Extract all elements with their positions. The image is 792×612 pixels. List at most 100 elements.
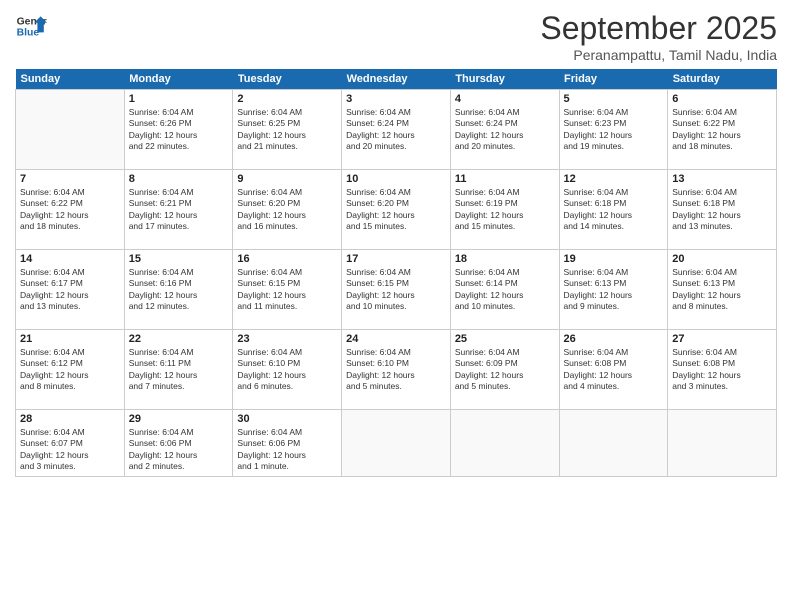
day-info: Sunrise: 6:04 AMSunset: 6:24 PMDaylight:… [455, 107, 555, 153]
table-row: 19 Sunrise: 6:04 AMSunset: 6:13 PMDaylig… [559, 250, 668, 330]
day-info: Sunrise: 6:04 AMSunset: 6:22 PMDaylight:… [672, 107, 772, 153]
day-number: 11 [455, 173, 555, 185]
table-row: 4 Sunrise: 6:04 AMSunset: 6:24 PMDayligh… [450, 90, 559, 170]
day-number: 4 [455, 93, 555, 105]
day-number: 1 [129, 93, 229, 105]
day-number: 13 [672, 173, 772, 185]
logo-icon: General Blue [15, 10, 47, 42]
calendar-table: Sunday Monday Tuesday Wednesday Thursday… [15, 69, 777, 477]
table-row: 7 Sunrise: 6:04 AMSunset: 6:22 PMDayligh… [16, 170, 125, 250]
day-number: 14 [20, 253, 120, 265]
day-number: 12 [564, 173, 664, 185]
table-row: 6 Sunrise: 6:04 AMSunset: 6:22 PMDayligh… [668, 90, 777, 170]
day-info: Sunrise: 6:04 AMSunset: 6:24 PMDaylight:… [346, 107, 446, 153]
table-row: 27 Sunrise: 6:04 AMSunset: 6:08 PMDaylig… [668, 330, 777, 410]
table-row [668, 410, 777, 477]
day-number: 30 [237, 413, 337, 425]
col-thursday: Thursday [450, 69, 559, 90]
day-info: Sunrise: 6:04 AMSunset: 6:08 PMDaylight:… [672, 347, 772, 393]
day-number: 15 [129, 253, 229, 265]
day-info: Sunrise: 6:04 AMSunset: 6:13 PMDaylight:… [564, 267, 664, 313]
day-info: Sunrise: 6:04 AMSunset: 6:25 PMDaylight:… [237, 107, 337, 153]
col-wednesday: Wednesday [342, 69, 451, 90]
table-row: 3 Sunrise: 6:04 AMSunset: 6:24 PMDayligh… [342, 90, 451, 170]
table-row: 15 Sunrise: 6:04 AMSunset: 6:16 PMDaylig… [124, 250, 233, 330]
day-number: 22 [129, 333, 229, 345]
table-row: 25 Sunrise: 6:04 AMSunset: 6:09 PMDaylig… [450, 330, 559, 410]
table-row: 18 Sunrise: 6:04 AMSunset: 6:14 PMDaylig… [450, 250, 559, 330]
day-info: Sunrise: 6:04 AMSunset: 6:13 PMDaylight:… [672, 267, 772, 313]
month-title: September 2025 [540, 10, 777, 47]
day-info: Sunrise: 6:04 AMSunset: 6:20 PMDaylight:… [237, 187, 337, 233]
calendar-header-row: Sunday Monday Tuesday Wednesday Thursday… [16, 69, 777, 90]
table-row: 8 Sunrise: 6:04 AMSunset: 6:21 PMDayligh… [124, 170, 233, 250]
day-info: Sunrise: 6:04 AMSunset: 6:06 PMDaylight:… [129, 427, 229, 473]
day-info: Sunrise: 6:04 AMSunset: 6:07 PMDaylight:… [20, 427, 120, 473]
col-friday: Friday [559, 69, 668, 90]
day-number: 6 [672, 93, 772, 105]
table-row: 9 Sunrise: 6:04 AMSunset: 6:20 PMDayligh… [233, 170, 342, 250]
day-info: Sunrise: 6:04 AMSunset: 6:23 PMDaylight:… [564, 107, 664, 153]
table-row [559, 410, 668, 477]
col-tuesday: Tuesday [233, 69, 342, 90]
day-info: Sunrise: 6:04 AMSunset: 6:11 PMDaylight:… [129, 347, 229, 393]
day-info: Sunrise: 6:04 AMSunset: 6:17 PMDaylight:… [20, 267, 120, 313]
day-number: 7 [20, 173, 120, 185]
table-row: 17 Sunrise: 6:04 AMSunset: 6:15 PMDaylig… [342, 250, 451, 330]
day-number: 2 [237, 93, 337, 105]
table-row: 21 Sunrise: 6:04 AMSunset: 6:12 PMDaylig… [16, 330, 125, 410]
table-row: 20 Sunrise: 6:04 AMSunset: 6:13 PMDaylig… [668, 250, 777, 330]
subtitle: Peranampattu, Tamil Nadu, India [540, 47, 777, 63]
day-number: 9 [237, 173, 337, 185]
table-row: 14 Sunrise: 6:04 AMSunset: 6:17 PMDaylig… [16, 250, 125, 330]
table-row: 13 Sunrise: 6:04 AMSunset: 6:18 PMDaylig… [668, 170, 777, 250]
day-info: Sunrise: 6:04 AMSunset: 6:14 PMDaylight:… [455, 267, 555, 313]
day-info: Sunrise: 6:04 AMSunset: 6:20 PMDaylight:… [346, 187, 446, 233]
day-info: Sunrise: 6:04 AMSunset: 6:19 PMDaylight:… [455, 187, 555, 233]
table-row [342, 410, 451, 477]
col-saturday: Saturday [668, 69, 777, 90]
day-info: Sunrise: 6:04 AMSunset: 6:12 PMDaylight:… [20, 347, 120, 393]
table-row [16, 90, 125, 170]
day-number: 25 [455, 333, 555, 345]
table-row: 24 Sunrise: 6:04 AMSunset: 6:10 PMDaylig… [342, 330, 451, 410]
day-number: 5 [564, 93, 664, 105]
day-number: 3 [346, 93, 446, 105]
day-info: Sunrise: 6:04 AMSunset: 6:16 PMDaylight:… [129, 267, 229, 313]
table-row: 10 Sunrise: 6:04 AMSunset: 6:20 PMDaylig… [342, 170, 451, 250]
day-info: Sunrise: 6:04 AMSunset: 6:18 PMDaylight:… [564, 187, 664, 233]
day-number: 10 [346, 173, 446, 185]
day-number: 27 [672, 333, 772, 345]
day-number: 20 [672, 253, 772, 265]
table-row: 12 Sunrise: 6:04 AMSunset: 6:18 PMDaylig… [559, 170, 668, 250]
day-info: Sunrise: 6:04 AMSunset: 6:10 PMDaylight:… [346, 347, 446, 393]
col-sunday: Sunday [16, 69, 125, 90]
title-block: September 2025 Peranampattu, Tamil Nadu,… [540, 10, 777, 63]
day-number: 18 [455, 253, 555, 265]
table-row: 22 Sunrise: 6:04 AMSunset: 6:11 PMDaylig… [124, 330, 233, 410]
day-info: Sunrise: 6:04 AMSunset: 6:09 PMDaylight:… [455, 347, 555, 393]
logo: General Blue [15, 10, 47, 42]
table-row: 5 Sunrise: 6:04 AMSunset: 6:23 PMDayligh… [559, 90, 668, 170]
day-number: 8 [129, 173, 229, 185]
table-row: 28 Sunrise: 6:04 AMSunset: 6:07 PMDaylig… [16, 410, 125, 477]
day-info: Sunrise: 6:04 AMSunset: 6:22 PMDaylight:… [20, 187, 120, 233]
day-number: 26 [564, 333, 664, 345]
table-row: 29 Sunrise: 6:04 AMSunset: 6:06 PMDaylig… [124, 410, 233, 477]
col-monday: Monday [124, 69, 233, 90]
day-number: 28 [20, 413, 120, 425]
day-number: 17 [346, 253, 446, 265]
day-info: Sunrise: 6:04 AMSunset: 6:08 PMDaylight:… [564, 347, 664, 393]
day-info: Sunrise: 6:04 AMSunset: 6:18 PMDaylight:… [672, 187, 772, 233]
day-number: 29 [129, 413, 229, 425]
day-number: 19 [564, 253, 664, 265]
table-row: 30 Sunrise: 6:04 AMSunset: 6:06 PMDaylig… [233, 410, 342, 477]
table-row [450, 410, 559, 477]
day-info: Sunrise: 6:04 AMSunset: 6:21 PMDaylight:… [129, 187, 229, 233]
header: General Blue September 2025 Peranampattu… [15, 10, 777, 63]
day-number: 21 [20, 333, 120, 345]
table-row: 1 Sunrise: 6:04 AMSunset: 6:26 PMDayligh… [124, 90, 233, 170]
day-info: Sunrise: 6:04 AMSunset: 6:06 PMDaylight:… [237, 427, 337, 473]
day-number: 23 [237, 333, 337, 345]
table-row: 23 Sunrise: 6:04 AMSunset: 6:10 PMDaylig… [233, 330, 342, 410]
